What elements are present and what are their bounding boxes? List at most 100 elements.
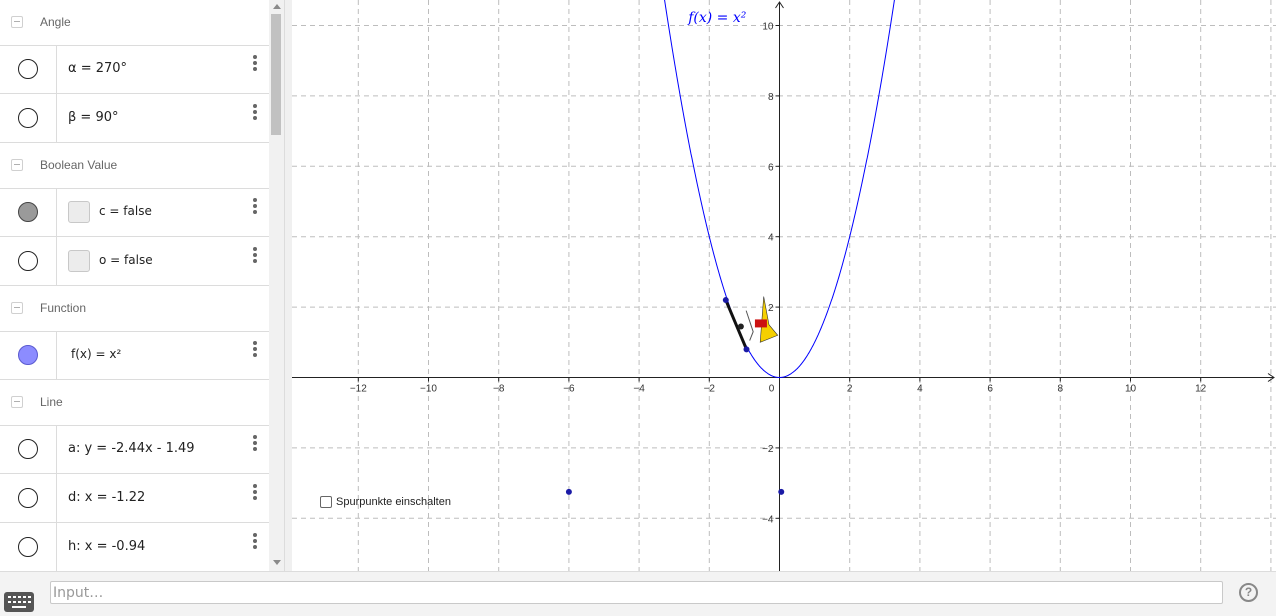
scroll-up-icon[interactable]: [273, 4, 281, 9]
more-options-icon[interactable]: [250, 339, 260, 359]
divider: [56, 331, 57, 379]
visibility-toggle-icon[interactable]: [18, 202, 38, 222]
x-tick-label: 10: [1125, 384, 1137, 395]
category-label: Boolean Value: [40, 158, 118, 172]
x-tick-label: −8: [493, 384, 505, 395]
x-tick-label: 4: [917, 384, 923, 395]
category-boolean[interactable]: Boolean Value: [0, 143, 269, 189]
category-function[interactable]: Function: [0, 286, 269, 332]
x-tick-label: 0: [769, 384, 775, 395]
x-tick-label: −6: [563, 384, 575, 395]
category-line[interactable]: Line: [0, 380, 269, 426]
coordinate-plane[interactable]: −12 −10 −8 −6 −4 −2 0 2 4 6 8 10 12 −4 −2 2 4 6 8 10 f(x) =…: [292, 0, 1276, 571]
y-tick-label: 8: [768, 92, 774, 103]
free-point: [778, 488, 785, 495]
y-tick-label: −2: [762, 444, 774, 455]
lamp-point-bottom: [743, 346, 750, 353]
algebra-item-d[interactable]: d: x = -1.22: [0, 474, 269, 523]
category-label: Function: [40, 301, 87, 315]
more-options-icon[interactable]: [250, 531, 260, 551]
keyboard-icon[interactable]: [4, 592, 34, 612]
definition-d[interactable]: d: x = -1.22: [68, 490, 145, 505]
x-tick-label: −10: [420, 384, 437, 395]
free-point: [565, 488, 572, 495]
y-tick-label: 6: [768, 162, 774, 173]
x-tick-label: 12: [1195, 384, 1207, 395]
y-tick-label: 2: [768, 303, 774, 314]
divider: [56, 237, 57, 285]
collapse-icon[interactable]: [11, 159, 23, 171]
category-label: Line: [40, 395, 63, 409]
graphics-view[interactable]: −12 −10 −8 −6 −4 −2 0 2 4 6 8 10 12 −4 −2 2 4 6 8 10 f(x) =…: [292, 0, 1276, 571]
y-tick-label: 10: [762, 22, 774, 33]
x-tick-label: 8: [1058, 384, 1064, 395]
figure-shirt: [754, 319, 767, 328]
visibility-toggle-icon[interactable]: [18, 251, 38, 271]
more-options-icon[interactable]: [250, 433, 260, 453]
more-options-icon[interactable]: [250, 482, 260, 502]
algebra-scrollbar[interactable]: [269, 0, 284, 571]
algebra-item-alpha[interactable]: α = 270°: [0, 45, 269, 94]
x-tick-label: −12: [350, 384, 367, 395]
more-options-icon[interactable]: [250, 102, 260, 122]
trace-checkbox-label: Spurpunkte einschalten: [336, 496, 451, 508]
collapse-icon[interactable]: [11, 396, 23, 408]
definition-alpha[interactable]: α = 270°: [68, 61, 127, 76]
algebra-item-o[interactable]: o = false: [0, 237, 269, 286]
algebra-item-f[interactable]: f(x) = x²: [0, 331, 269, 380]
divider: [56, 94, 57, 142]
trace-checkbox-box[interactable]: [320, 496, 332, 508]
tick-labels: −12 −10 −8 −6 −4 −2 0 2 4 6 8 10 12 −4 −2 2 4 6 8 10: [350, 22, 1207, 526]
lamp-joint: [737, 323, 744, 330]
view-splitter[interactable]: [284, 0, 292, 571]
definition-a[interactable]: a: y = -2.44x - 1.49: [68, 441, 195, 456]
divider: [56, 523, 57, 571]
visibility-toggle-icon[interactable]: [18, 59, 38, 79]
grid: [292, 0, 1276, 571]
x-tick-label: 2: [847, 384, 853, 395]
algebra-view: Angle α = 270° β = 90° Boolean Value c =…: [0, 0, 269, 571]
definition-h[interactable]: h: x = -0.94: [68, 539, 145, 554]
algebra-item-a[interactable]: a: y = -2.44x - 1.49: [0, 425, 269, 474]
divider: [56, 474, 57, 522]
input-bar: Input… ?: [0, 571, 1276, 616]
trace-checkbox[interactable]: Spurpunkte einschalten: [320, 496, 451, 508]
definition-f[interactable]: f(x) = x²: [71, 347, 121, 361]
boolean-checkbox[interactable]: [68, 201, 90, 223]
definition-o[interactable]: o = false: [99, 253, 153, 267]
scroll-down-icon[interactable]: [273, 560, 281, 565]
algebra-item-beta[interactable]: β = 90°: [0, 94, 269, 143]
definition-beta[interactable]: β = 90°: [68, 110, 119, 125]
visibility-toggle-icon[interactable]: [18, 439, 38, 459]
category-label: Angle: [40, 15, 71, 29]
y-tick-label: −4: [762, 514, 774, 525]
boolean-checkbox[interactable]: [68, 250, 90, 272]
x-tick-label: −2: [704, 384, 716, 395]
more-options-icon[interactable]: [250, 245, 260, 265]
function-label: f(x) = x²: [687, 10, 747, 26]
x-tick-label: 6: [987, 384, 993, 395]
divider: [56, 425, 57, 473]
figure-outline: [745, 310, 754, 341]
definition-c[interactable]: c = false: [99, 204, 152, 218]
collapse-icon[interactable]: [11, 302, 23, 314]
algebra-item-h[interactable]: h: x = -0.94: [0, 523, 269, 571]
input-field[interactable]: Input…: [50, 581, 1223, 604]
visibility-toggle-icon[interactable]: [18, 345, 38, 365]
x-tick-label: −4: [633, 384, 645, 395]
divider: [56, 188, 57, 236]
more-options-icon[interactable]: [250, 53, 260, 73]
category-angle[interactable]: Angle: [0, 0, 269, 46]
visibility-toggle-icon[interactable]: [18, 108, 38, 128]
help-icon[interactable]: ?: [1239, 583, 1258, 602]
scrollbar-thumb[interactable]: [271, 14, 281, 135]
lamp-point-top: [722, 297, 729, 304]
more-options-icon[interactable]: [250, 196, 260, 216]
y-tick-label: 4: [768, 233, 774, 244]
axes: [292, 1, 1275, 571]
divider: [56, 45, 57, 93]
collapse-icon[interactable]: [11, 16, 23, 28]
visibility-toggle-icon[interactable]: [18, 537, 38, 557]
visibility-toggle-icon[interactable]: [18, 488, 38, 508]
algebra-item-c[interactable]: c = false: [0, 188, 269, 237]
